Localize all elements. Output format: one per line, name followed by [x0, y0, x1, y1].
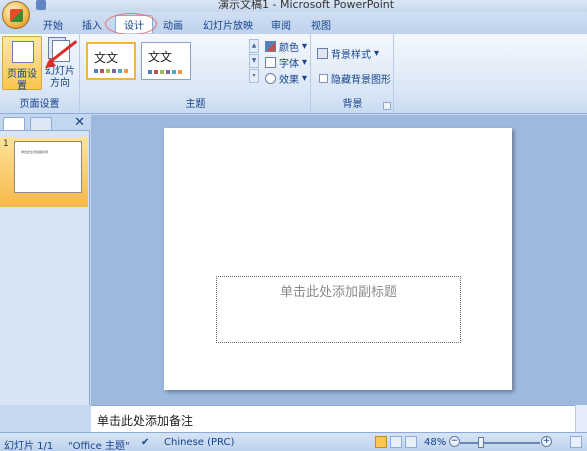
zoom-in-icon[interactable]: +	[541, 436, 552, 447]
ribbon: 页面设置 幻灯片 方向 页面设置 文文 文文 ▲ ▼ ▾ 颜色 ▾ 字体 ▾ 效…	[0, 34, 587, 114]
theme-effects-button[interactable]: 效果 ▾	[265, 71, 307, 86]
page-setup-group-label: 页面设置	[19, 99, 60, 110]
subtitle-placeholder-text: 单击此处添加副标题	[279, 285, 397, 300]
zoom-slider[interactable]	[460, 442, 540, 444]
theme-second-sample: 文文	[148, 50, 173, 64]
notes-scrollbar[interactable]	[575, 405, 587, 432]
slide-editing-area: 单击此处添加副标题	[91, 115, 587, 405]
normal-view-icon[interactable]	[375, 436, 387, 448]
subtitle-placeholder[interactable]: 单击此处添加副标题	[216, 276, 461, 343]
background-dialog-launcher-icon[interactable]	[383, 102, 391, 110]
hide-background-graphics[interactable]: 隐藏背景图形	[319, 71, 391, 86]
slide-counter: 幻灯片 1/1	[4, 441, 54, 451]
tab-home[interactable]: 开始	[43, 17, 63, 32]
panel-tabs: ✕	[0, 115, 90, 131]
title-bar: 演示文稿1 - Microsoft PowerPoint	[0, 0, 587, 12]
tab-review[interactable]: 审阅	[271, 17, 291, 32]
thumbnail-text: 单击此处添加副标题	[21, 150, 49, 154]
theme-second-swatches	[148, 70, 182, 74]
ribbon-tab-bar: 开始 插入 设计 动画 幻灯片放映 审阅 视图	[0, 12, 587, 34]
themes-gallery-scroll[interactable]: ▲ ▼ ▾	[249, 39, 259, 84]
language: Chinese (PRC)	[164, 437, 235, 448]
gallery-down-icon[interactable]: ▼	[249, 54, 259, 68]
status-bar: 幻灯片 1/1 "Office 主题" ✔ Chinese (PRC) 48% …	[0, 432, 587, 451]
office-button[interactable]	[2, 1, 30, 29]
annotation-circle	[105, 13, 157, 35]
zoom-level[interactable]: 48%	[424, 437, 446, 448]
background-styles-button[interactable]: 背景样式 ▾	[317, 46, 379, 61]
theme-office[interactable]: 文文	[86, 42, 136, 80]
theme-office-swatches	[94, 69, 128, 73]
tab-view[interactable]: 视图	[311, 17, 331, 32]
slide-number: 1	[3, 139, 9, 149]
colors-icon	[265, 40, 276, 52]
gallery-up-icon[interactable]: ▲	[249, 39, 259, 53]
background-styles-icon	[317, 47, 328, 59]
theme-office-sample: 文文	[94, 51, 119, 65]
tab-slide-show[interactable]: 幻灯片放映	[203, 17, 253, 32]
background-styles-label: 背景样式	[331, 49, 371, 61]
themes-group-label: 主题	[185, 99, 206, 110]
colors-label: 颜色	[279, 42, 299, 54]
themes-group: 文文 文文 ▲ ▼ ▾ 颜色 ▾ 字体 ▾ 效果 ▾ 主题	[81, 34, 311, 112]
spellcheck-icon[interactable]: ✔	[141, 437, 149, 448]
theme-name: "Office 主题"	[68, 441, 130, 451]
hide-background-checkbox[interactable]	[319, 73, 328, 83]
slides-tab-icon[interactable]	[3, 117, 25, 130]
effects-label: 效果	[279, 74, 299, 86]
slide-sorter-view-icon[interactable]	[390, 436, 402, 448]
page-setup-icon	[12, 41, 34, 63]
fonts-label: 字体	[279, 58, 299, 70]
tab-animations[interactable]: 动画	[163, 17, 183, 32]
slide-thumbnail[interactable]: 单击此处添加副标题	[14, 141, 82, 193]
page-setup-label: 页面设置	[7, 69, 37, 92]
orientation-label-line2: 方向	[50, 78, 70, 89]
zoom-out-icon[interactable]: −	[449, 436, 460, 447]
fit-to-window-icon[interactable]	[570, 436, 582, 448]
background-group-label: 背景	[342, 99, 363, 110]
background-group: 背景样式 ▾ 隐藏背景图形 背景	[312, 34, 394, 112]
theme-colors-button[interactable]: 颜色 ▾	[265, 39, 307, 54]
save-icon[interactable]	[36, 0, 46, 10]
notes-pane[interactable]: 单击此处添加备注	[91, 405, 575, 432]
effects-icon	[265, 72, 276, 84]
outline-tab-icon[interactable]	[30, 117, 52, 130]
tab-insert[interactable]: 插入	[82, 17, 102, 32]
close-icon[interactable]: ✕	[74, 115, 85, 130]
fonts-icon	[265, 56, 276, 68]
slide[interactable]: 单击此处添加副标题	[164, 128, 512, 390]
window-title: 演示文稿1 - Microsoft PowerPoint	[218, 0, 395, 11]
theme-second[interactable]: 文文	[141, 42, 191, 80]
zoom-slider-thumb[interactable]	[478, 437, 484, 448]
slide-thumbnail-selected[interactable]: 1 单击此处添加副标题	[0, 137, 88, 207]
notes-placeholder: 单击此处添加备注	[97, 414, 194, 428]
theme-fonts-button[interactable]: 字体 ▾	[265, 55, 307, 70]
slide-show-view-icon[interactable]	[405, 436, 417, 448]
hide-background-label: 隐藏背景图形	[331, 74, 391, 86]
office-logo-icon	[10, 9, 23, 22]
page-setup-button[interactable]: 页面设置	[2, 36, 42, 92]
gallery-more-icon[interactable]: ▾	[249, 69, 259, 83]
slides-panel: ✕ 1 单击此处添加副标题	[0, 115, 90, 405]
